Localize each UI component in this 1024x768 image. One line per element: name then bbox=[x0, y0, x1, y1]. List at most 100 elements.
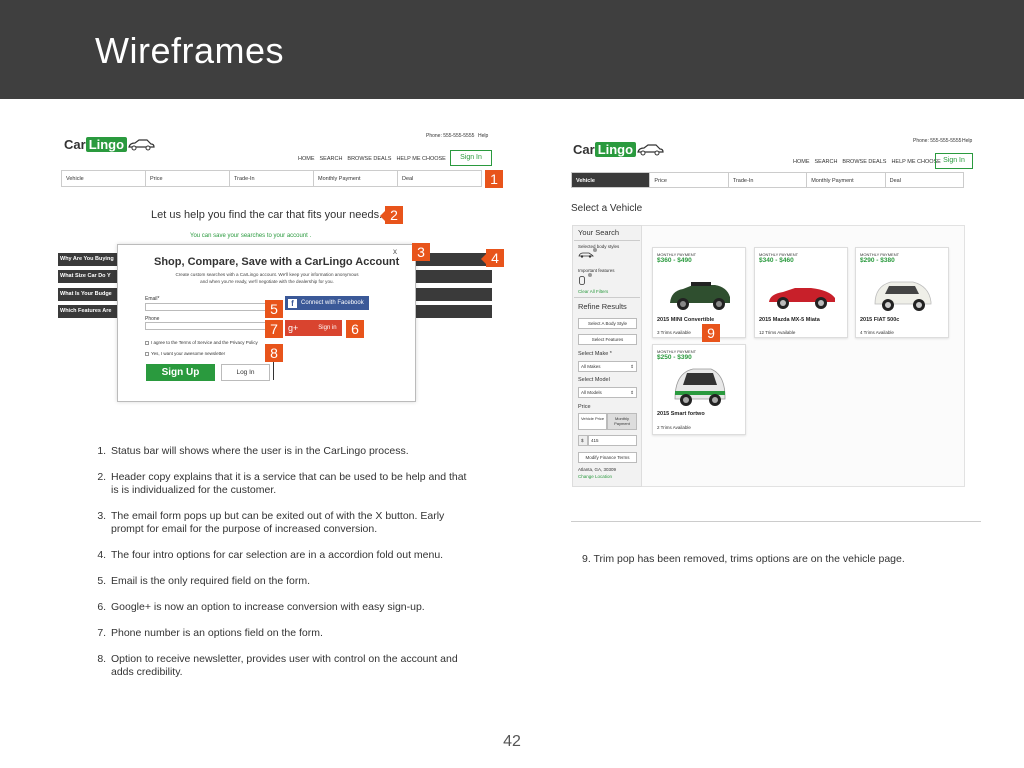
notes-list: Status bar will shows where the user is … bbox=[95, 445, 475, 692]
logo-car-text: Car bbox=[64, 137, 86, 152]
left-help-link[interactable]: Help bbox=[478, 133, 488, 139]
nav-home[interactable]: HOME bbox=[793, 159, 810, 165]
login-button[interactable]: Log In bbox=[221, 364, 270, 381]
step-deal[interactable]: Deal bbox=[398, 171, 481, 186]
step-monthly-payment[interactable]: Monthly Payment bbox=[314, 171, 398, 186]
select-model-label: Select Model bbox=[578, 377, 610, 383]
select-features-button[interactable]: Select Features bbox=[578, 334, 637, 345]
right-note: 9. Trim pop has been removed, trims opti… bbox=[582, 553, 905, 565]
accordion-item-1[interactable]: Why Are You Buying bbox=[58, 253, 118, 266]
note-7: Phone number is an options field on the … bbox=[109, 627, 475, 640]
step-trade-in[interactable]: Trade-In bbox=[729, 173, 808, 187]
left-progress-steps: Vehicle Price Trade-In Monthly Payment D… bbox=[61, 170, 482, 187]
select-make-value: All Makes bbox=[581, 364, 601, 369]
monthly-payment-tab[interactable]: Monthly Payment bbox=[607, 413, 637, 430]
price-range: $340 - $460 bbox=[759, 257, 794, 264]
marker-1: 1 bbox=[485, 170, 503, 188]
select-model-dropdown[interactable]: All Models ⇕ bbox=[578, 387, 637, 398]
location-text: Atlanta, GA, 30309 bbox=[578, 467, 617, 472]
facebook-connect-button[interactable]: f Connect with Facebook bbox=[285, 296, 369, 310]
vehicle-card-mini[interactable]: MONTHLY PAYMENT $360 - $490 2015 MINI Co… bbox=[652, 247, 746, 338]
terms-checkbox[interactable] bbox=[145, 341, 149, 345]
divider bbox=[571, 521, 981, 522]
note-8: Option to receive newsletter, provides u… bbox=[109, 653, 475, 679]
right-help-link[interactable]: Help bbox=[962, 138, 972, 144]
price-amount-input[interactable]: 415 bbox=[588, 435, 637, 446]
step-trade-in[interactable]: Trade-In bbox=[230, 171, 314, 186]
accordion-item-4[interactable]: Which Features Are bbox=[58, 305, 118, 318]
logo-lingo-text: Lingo bbox=[594, 142, 637, 157]
marker-5: 5 bbox=[265, 300, 283, 318]
google-plus-signin-button[interactable]: g+ Sign in bbox=[285, 320, 342, 336]
chevron-down-icon: ⇕ bbox=[630, 390, 634, 395]
note-5: Email is the only required field on the … bbox=[109, 575, 475, 588]
vehicle-card-fiat[interactable]: MONTHLY PAYMENT $290 - $380 2015 FIAT 50… bbox=[855, 247, 949, 338]
clear-all-filters-link[interactable]: Clear All Filters bbox=[578, 289, 608, 294]
newsletter-checkbox[interactable] bbox=[145, 352, 149, 356]
email-field[interactable] bbox=[145, 303, 270, 311]
price-range: $360 - $490 bbox=[657, 257, 692, 264]
remove-feature-icon[interactable] bbox=[588, 273, 592, 277]
vehicle-name: 2015 Smart fortwo bbox=[657, 411, 705, 417]
modify-finance-terms-button[interactable]: Modify Finance Terms bbox=[578, 452, 637, 463]
signup-button[interactable]: Sign Up bbox=[146, 364, 215, 381]
vehicle-name: 2015 Mazda MX-5 Miata bbox=[759, 317, 820, 323]
nav-browse-deals[interactable]: BROWSE DEALS bbox=[842, 159, 886, 165]
select-make-dropdown[interactable]: All Makes ⇕ bbox=[578, 361, 637, 372]
slide-title: Wireframes bbox=[95, 30, 285, 71]
accordion-item-2[interactable]: What Size Car Do Y bbox=[58, 270, 118, 283]
step-vehicle[interactable]: Vehicle bbox=[62, 171, 146, 186]
page-number: 42 bbox=[503, 733, 521, 750]
car-logo-icon bbox=[637, 143, 664, 155]
nav-home[interactable]: HOME bbox=[298, 156, 315, 162]
vehicle-name: 2015 MINI Convertible bbox=[657, 317, 715, 323]
divider bbox=[574, 297, 640, 298]
step-price[interactable]: Price bbox=[650, 173, 729, 187]
vehicle-card-smart[interactable]: MONTHLY PAYMENT $250 - $390 2015 Smart f… bbox=[652, 344, 746, 435]
key-icon bbox=[579, 276, 585, 285]
step-deal[interactable]: Deal bbox=[886, 173, 963, 187]
nav-help-me-choose[interactable]: HELP ME CHOOSE bbox=[396, 156, 445, 162]
modal-subtitle-2: and when you're ready, we'll negotiate w… bbox=[200, 279, 334, 284]
mini-convertible-image bbox=[670, 282, 730, 310]
note-2: Header copy explains that it is a servic… bbox=[109, 471, 475, 497]
right-logo[interactable]: Car Lingo bbox=[573, 142, 664, 157]
step-vehicle-active[interactable]: Vehicle bbox=[572, 173, 651, 187]
marker-6: 6 bbox=[346, 320, 364, 338]
vehicle-card-miata[interactable]: MONTHLY PAYMENT $340 - $460 2015 Mazda M… bbox=[754, 247, 848, 338]
marker-8: 8 bbox=[265, 344, 283, 362]
nav-search[interactable]: SEARCH bbox=[320, 156, 343, 162]
marker-9: 9 bbox=[702, 324, 720, 342]
nav-browse-deals[interactable]: BROWSE DEALS bbox=[347, 156, 391, 162]
marker-8-line bbox=[273, 362, 274, 380]
marker-4: 4 bbox=[486, 249, 504, 267]
left-signin-button[interactable]: Sign In bbox=[450, 150, 492, 166]
divider bbox=[574, 240, 640, 241]
note-4: The four intro options for car selection… bbox=[109, 549, 475, 562]
vehicle-price-tab[interactable]: Vehicle Price bbox=[578, 413, 607, 430]
marker-2: 2 bbox=[385, 206, 403, 224]
step-price[interactable]: Price bbox=[146, 171, 230, 186]
left-logo[interactable]: Car Lingo bbox=[64, 137, 155, 152]
sidebar-features-label: Important features bbox=[578, 268, 615, 273]
left-nav: HOME SEARCH BROWSE DEALS HELP ME CHOOSE bbox=[298, 156, 451, 162]
price-range: $250 - $390 bbox=[657, 354, 692, 361]
modal-subtitle-1: Create custom searches with a CarLingo a… bbox=[175, 272, 359, 277]
right-signin-button[interactable]: Sign In bbox=[935, 153, 973, 169]
trims-available: 2 Trims Available bbox=[657, 425, 691, 430]
accordion-item-4-right[interactable] bbox=[416, 305, 492, 318]
close-icon[interactable]: x bbox=[393, 247, 397, 256]
remove-body-style-icon[interactable] bbox=[593, 248, 597, 252]
step-monthly-payment[interactable]: Monthly Payment bbox=[807, 173, 886, 187]
accordion-item-3-right[interactable] bbox=[416, 288, 492, 301]
accordion-item-2-right[interactable] bbox=[416, 270, 492, 283]
phone-field[interactable] bbox=[145, 322, 270, 330]
accordion-item-3[interactable]: What Is Your Budge bbox=[58, 288, 118, 301]
nav-search[interactable]: SEARCH bbox=[815, 159, 838, 165]
car-logo-icon bbox=[128, 138, 155, 150]
select-body-style-button[interactable]: Select A Body Style bbox=[578, 318, 637, 329]
terms-label: I agree to the Terms of Service and the … bbox=[151, 340, 258, 345]
left-phone: Phone: 555-555-5555 bbox=[426, 133, 475, 139]
change-location-link[interactable]: Change Location bbox=[578, 474, 612, 479]
nav-help-me-choose[interactable]: HELP ME CHOOSE bbox=[891, 159, 940, 165]
